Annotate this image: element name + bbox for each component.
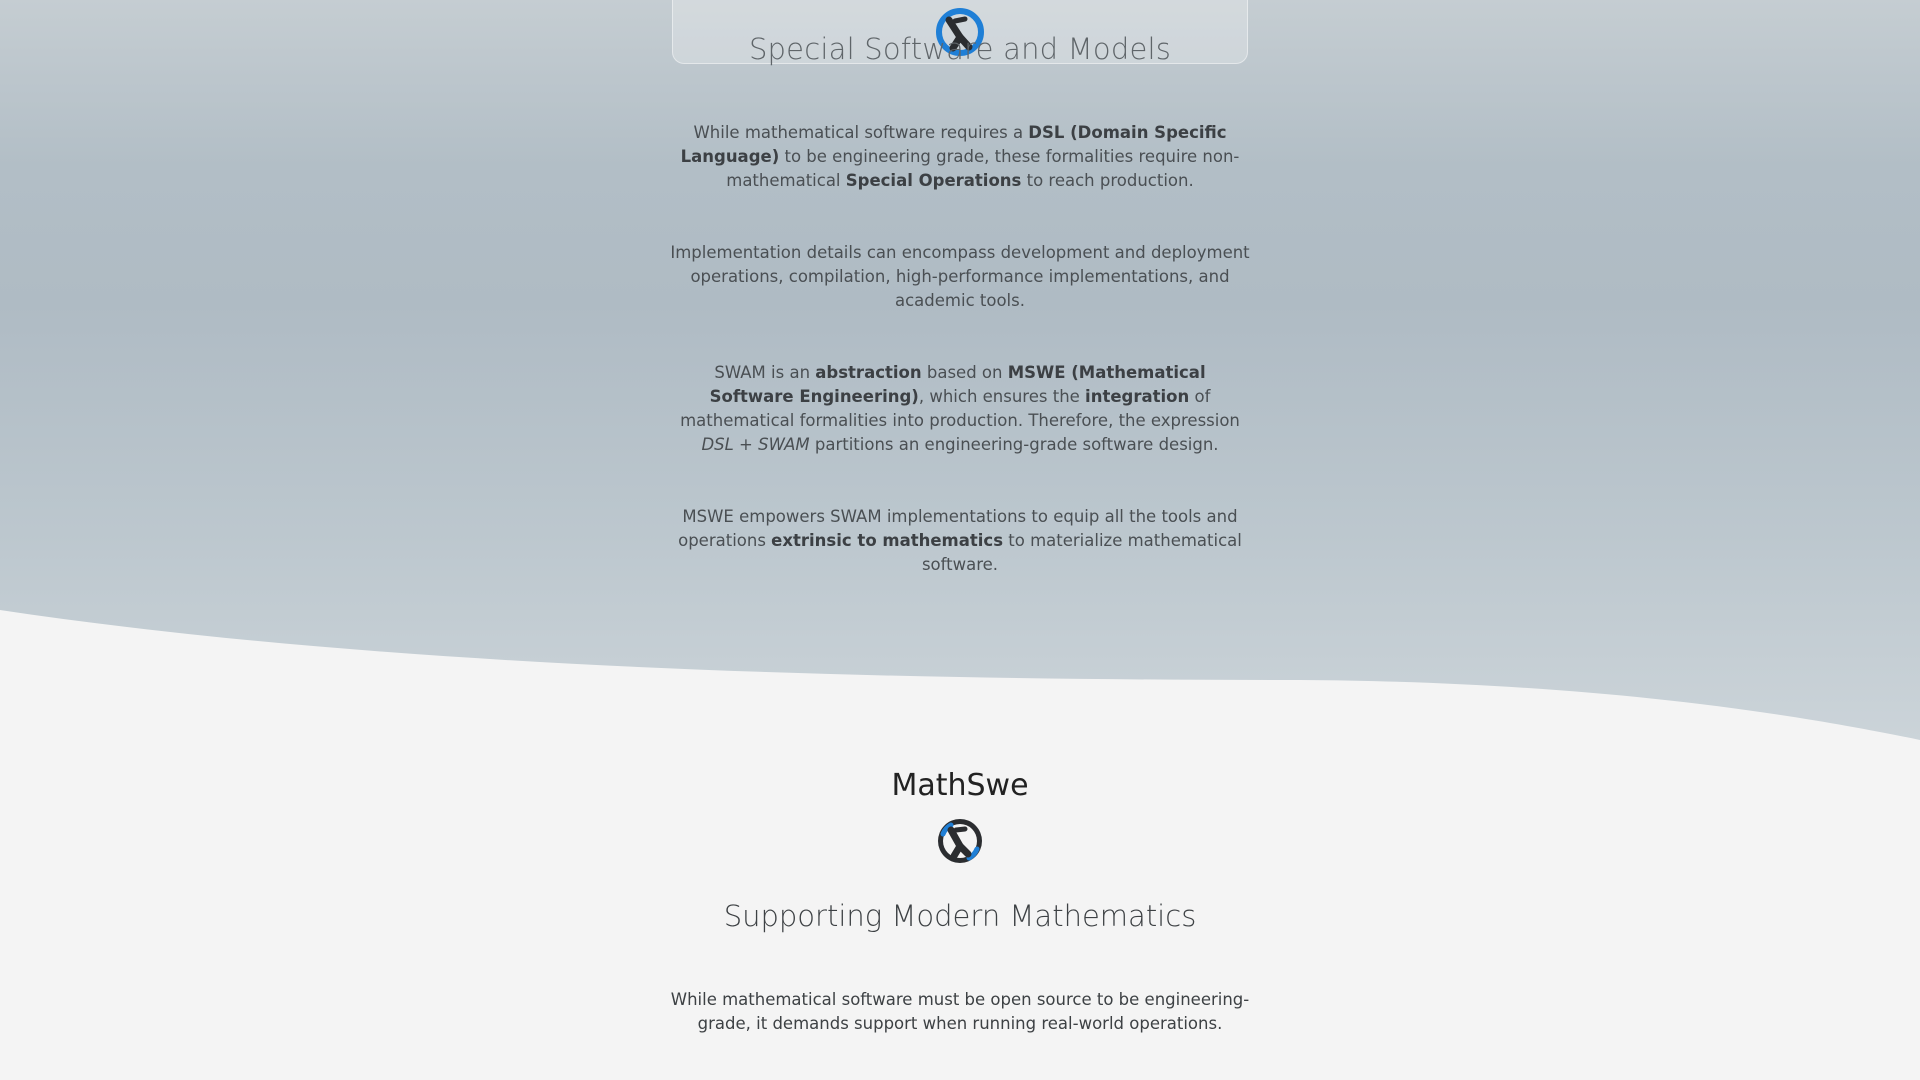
text-run: While mathematical software must be open…: [670, 990, 1250, 1033]
implementation-paragraph: Implementation details can encompass dev…: [670, 241, 1250, 313]
mswe-paragraph: MSWE empowers SWAM implementations to eq…: [670, 505, 1250, 577]
emphasis-text: Special Operations: [845, 171, 1022, 190]
text-run: , which ensures the: [918, 387, 1086, 406]
swam-paragraph: SWAM is an abstraction based on MSWE (Ma…: [670, 361, 1250, 457]
support-paragraph: While mathematical software must be open…: [670, 988, 1250, 1036]
text-run: Implementation details can encompass dev…: [670, 243, 1250, 310]
section-title: Special Software and Models: [748, 32, 1172, 66]
emphasis-text: extrinsic to mathematics: [771, 531, 1004, 550]
text-run: based on: [921, 363, 1008, 382]
emphasis-text: abstraction: [815, 363, 922, 382]
brand-name: MathSwe: [891, 768, 1029, 803]
section-wave-divider: [0, 610, 1920, 760]
text-run: While mathematical software requires a: [693, 123, 1029, 142]
mathswe-logo-icon[interactable]: [935, 816, 985, 866]
text-run: SWAM is an: [714, 363, 816, 382]
italic-text: DSL + SWAM: [701, 435, 810, 454]
emphasis-text: integration: [1085, 387, 1190, 406]
text-run: to reach production.: [1021, 171, 1194, 190]
support-section-title: Supporting Modern Mathematics: [723, 899, 1197, 933]
intro-paragraph: While mathematical software requires a D…: [670, 121, 1250, 193]
text-run: partitions an engineering-grade software…: [809, 435, 1219, 454]
page: Special Software and Models While mathem…: [0, 0, 1920, 1080]
special-software-section: Special Software and Models While mathem…: [0, 0, 1920, 760]
